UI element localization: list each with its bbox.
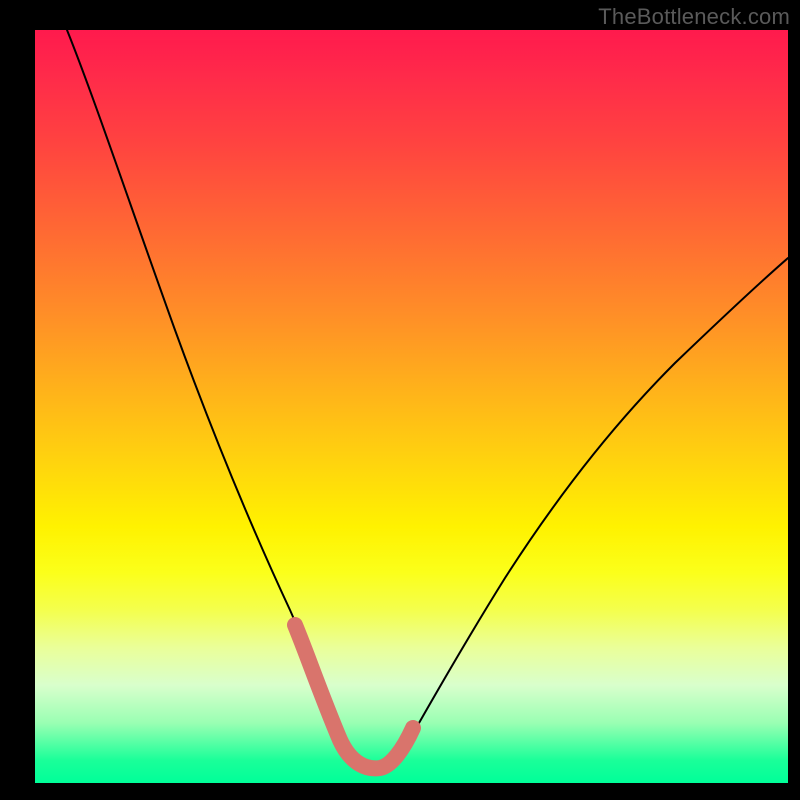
highlight-marker <box>295 625 413 768</box>
curve-layer <box>35 30 788 783</box>
chart-frame: TheBottleneck.com <box>0 0 800 800</box>
bottleneck-curve <box>67 30 788 768</box>
plot-area <box>35 30 788 783</box>
watermark-text: TheBottleneck.com <box>598 4 790 30</box>
